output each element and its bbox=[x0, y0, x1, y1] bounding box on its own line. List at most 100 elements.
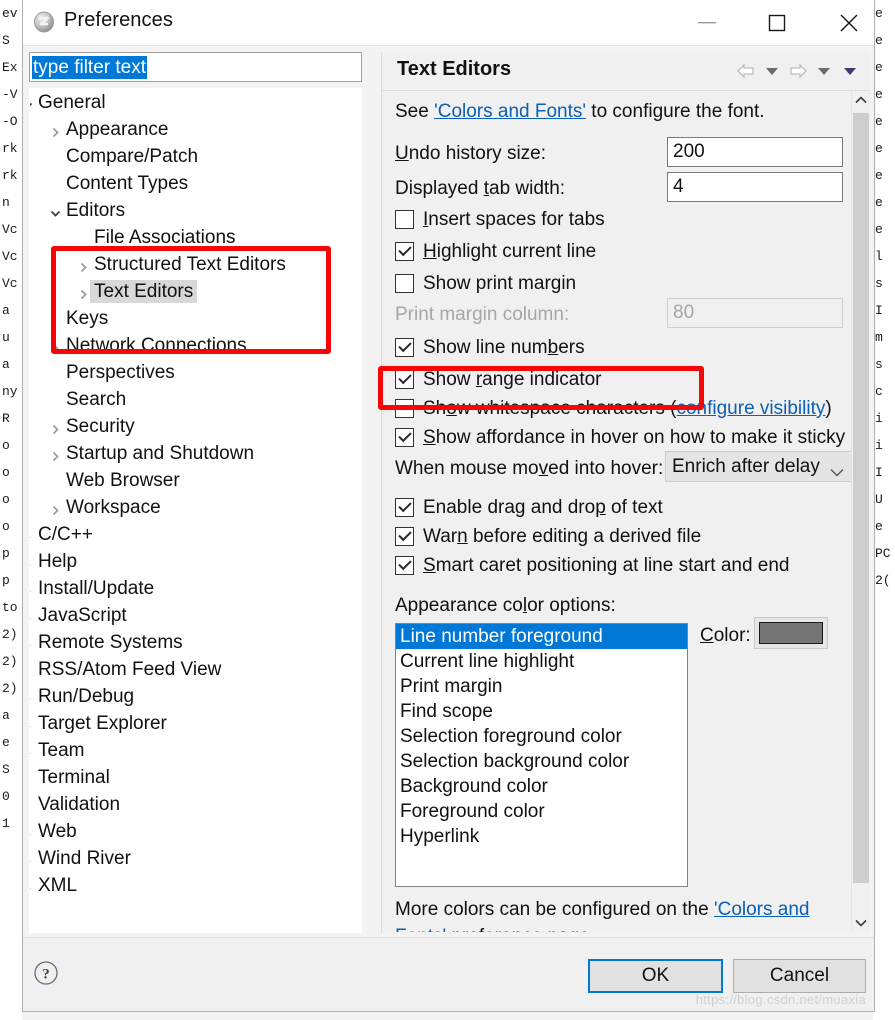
tree-item-web[interactable]: Web bbox=[30, 818, 361, 845]
tree-item-validation[interactable]: Validation bbox=[30, 791, 361, 818]
displayed-tab-width-input[interactable]: 4 bbox=[667, 172, 843, 202]
tree-item-label: Install/Update bbox=[38, 578, 155, 599]
chevron-right-icon[interactable] bbox=[77, 258, 90, 273]
chevron-right-icon[interactable] bbox=[30, 555, 34, 568]
color-option-item[interactable]: Selection background color bbox=[396, 749, 687, 774]
tree-item-javascript[interactable]: JavaScript bbox=[30, 602, 361, 629]
tree-item-perspectives[interactable]: Perspectives bbox=[30, 359, 361, 386]
help-button[interactable]: ? bbox=[33, 960, 59, 986]
color-option-item[interactable]: Selection foreground color bbox=[396, 724, 687, 749]
tree-item-help[interactable]: Help bbox=[30, 548, 361, 575]
tree-item-file-associations[interactable]: File Associations bbox=[30, 224, 361, 251]
chevron-right-icon[interactable] bbox=[49, 123, 62, 138]
tree-item-label: Team bbox=[38, 740, 85, 761]
view-menu-icon[interactable] bbox=[838, 60, 862, 82]
cancel-button[interactable]: Cancel bbox=[733, 959, 866, 993]
preference-tree[interactable]: General Appearance Compare/Patch Content Ty… bbox=[29, 88, 362, 933]
chevron-down-icon[interactable] bbox=[49, 204, 62, 217]
forward-arrow-icon[interactable] bbox=[786, 60, 810, 82]
tree-item-editors[interactable]: Editors bbox=[30, 197, 361, 224]
dialog-button-bar: ? OK Cancel https://blog.csdn.net/muaxia bbox=[23, 937, 874, 1011]
chevron-right-icon[interactable] bbox=[30, 690, 34, 703]
tree-item-label: Remote Systems bbox=[38, 632, 183, 653]
forward-menu-chevron-down-icon[interactable] bbox=[812, 60, 836, 82]
chevron-right-icon[interactable] bbox=[30, 879, 34, 892]
tree-item-network-connections[interactable]: Network Connections bbox=[30, 332, 361, 359]
scroll-down-icon[interactable] bbox=[852, 914, 870, 932]
hover-mode-select[interactable]: Enrich after delay bbox=[665, 451, 853, 482]
background-code-line: p bbox=[2, 546, 10, 561]
color-option-item[interactable]: Foreground color bbox=[396, 799, 687, 824]
dialog-titlebar: Preferences bbox=[23, 0, 874, 46]
color-option-item[interactable]: Line number foreground bbox=[396, 624, 687, 649]
undo-history-size-input[interactable]: 200 bbox=[667, 137, 843, 167]
chevron-right-icon[interactable] bbox=[49, 447, 62, 462]
appearance-color-options-list[interactable]: Line number foreground Current line highl… bbox=[395, 623, 688, 887]
tree-item-xml[interactable]: XML bbox=[30, 872, 361, 899]
tree-item-content-types[interactable]: Content Types bbox=[30, 170, 361, 197]
chevron-right-icon[interactable] bbox=[49, 339, 62, 354]
tree-item-run-debug[interactable]: Run/Debug bbox=[30, 683, 361, 710]
back-menu-chevron-down-icon[interactable] bbox=[760, 60, 784, 82]
color-option-item[interactable]: Current line highlight bbox=[396, 649, 687, 674]
minimize-button[interactable] bbox=[676, 0, 738, 45]
chevron-right-icon[interactable] bbox=[30, 636, 34, 649]
tree-item-search[interactable]: Search bbox=[30, 386, 361, 413]
color-swatch-button[interactable] bbox=[754, 617, 828, 649]
back-arrow-icon[interactable] bbox=[734, 60, 758, 82]
filter-input[interactable]: type filter text bbox=[32, 56, 147, 79]
ok-button[interactable]: OK bbox=[588, 959, 723, 993]
chevron-right-icon[interactable] bbox=[30, 582, 34, 595]
tree-item-startup-and-shutdown[interactable]: Startup and Shutdown bbox=[30, 440, 361, 467]
tree-item-security[interactable]: Security bbox=[30, 413, 361, 440]
content-vertical-scrollbar[interactable] bbox=[851, 91, 870, 932]
checkbox-label: Show range indicator bbox=[423, 369, 602, 390]
filter-input-wrapper[interactable]: type filter text bbox=[29, 52, 362, 82]
background-code-line: S bbox=[2, 762, 10, 777]
tree-item-keys[interactable]: Keys bbox=[30, 305, 361, 332]
background-code-line: U bbox=[875, 492, 883, 507]
chevron-right-icon[interactable] bbox=[30, 825, 34, 838]
tree-item-compare-patch[interactable]: Compare/Patch bbox=[30, 143, 361, 170]
tree-item-target-explorer[interactable]: Target Explorer bbox=[30, 710, 361, 737]
scrollbar-thumb[interactable] bbox=[853, 113, 869, 883]
color-option-item[interactable]: Print margin bbox=[396, 674, 687, 699]
tree-item-c-c[interactable]: C/C++ bbox=[30, 521, 361, 548]
tree-item-terminal[interactable]: Terminal bbox=[30, 764, 361, 791]
checkbox-box bbox=[395, 274, 414, 293]
print-margin-column-label: Print margin column: bbox=[395, 304, 570, 325]
chevron-right-icon[interactable] bbox=[30, 744, 34, 757]
tree-item-rss-atom-feed-view[interactable]: RSS/Atom Feed View bbox=[30, 656, 361, 683]
tree-item-install-update[interactable]: Install/Update bbox=[30, 575, 361, 602]
tree-item-label: File Associations bbox=[94, 227, 236, 248]
tree-item-wind-river[interactable]: Wind River bbox=[30, 845, 361, 872]
tree-item-text-editors[interactable]: Text Editors bbox=[30, 278, 361, 305]
configure-visibility-link[interactable]: configure visibility bbox=[676, 398, 825, 419]
chevron-right-icon[interactable] bbox=[30, 609, 34, 622]
tree-item-web-browser[interactable]: Web Browser bbox=[30, 467, 361, 494]
tree-item-structured-text-editors[interactable]: Structured Text Editors bbox=[30, 251, 361, 278]
background-code-line: i bbox=[875, 438, 883, 453]
color-label: Color: bbox=[700, 625, 751, 646]
chevron-right-icon[interactable] bbox=[30, 717, 34, 730]
tree-item-remote-systems[interactable]: Remote Systems bbox=[30, 629, 361, 656]
chevron-right-icon[interactable] bbox=[30, 852, 34, 865]
chevron-right-icon[interactable] bbox=[49, 420, 62, 435]
chevron-down-icon[interactable] bbox=[30, 96, 34, 109]
maximize-button[interactable] bbox=[746, 0, 808, 45]
color-option-item[interactable]: Background color bbox=[396, 774, 687, 799]
chevron-right-icon[interactable] bbox=[77, 285, 90, 300]
tree-item-workspace[interactable]: Workspace bbox=[30, 494, 361, 521]
tree-item-appearance[interactable]: Appearance bbox=[30, 116, 361, 143]
chevron-right-icon[interactable] bbox=[30, 528, 34, 541]
chevron-right-icon[interactable] bbox=[49, 501, 62, 516]
color-option-item[interactable]: Find scope bbox=[396, 699, 687, 724]
color-option-item[interactable]: Hyperlink bbox=[396, 824, 687, 849]
background-code-line: 0 bbox=[2, 789, 10, 804]
tree-item-general[interactable]: General bbox=[30, 89, 361, 116]
colors-and-fonts-link[interactable]: 'Colors and Fonts' bbox=[434, 101, 586, 122]
close-button[interactable] bbox=[818, 0, 880, 45]
tree-item-team[interactable]: Team bbox=[30, 737, 361, 764]
screenshot-root: ev S Ex -V -O rk rk n Vc Vc Vc a u a ny Ro o o o p p to 2) 2) 2)… bbox=[0, 0, 895, 1020]
scroll-up-icon[interactable] bbox=[852, 91, 870, 109]
